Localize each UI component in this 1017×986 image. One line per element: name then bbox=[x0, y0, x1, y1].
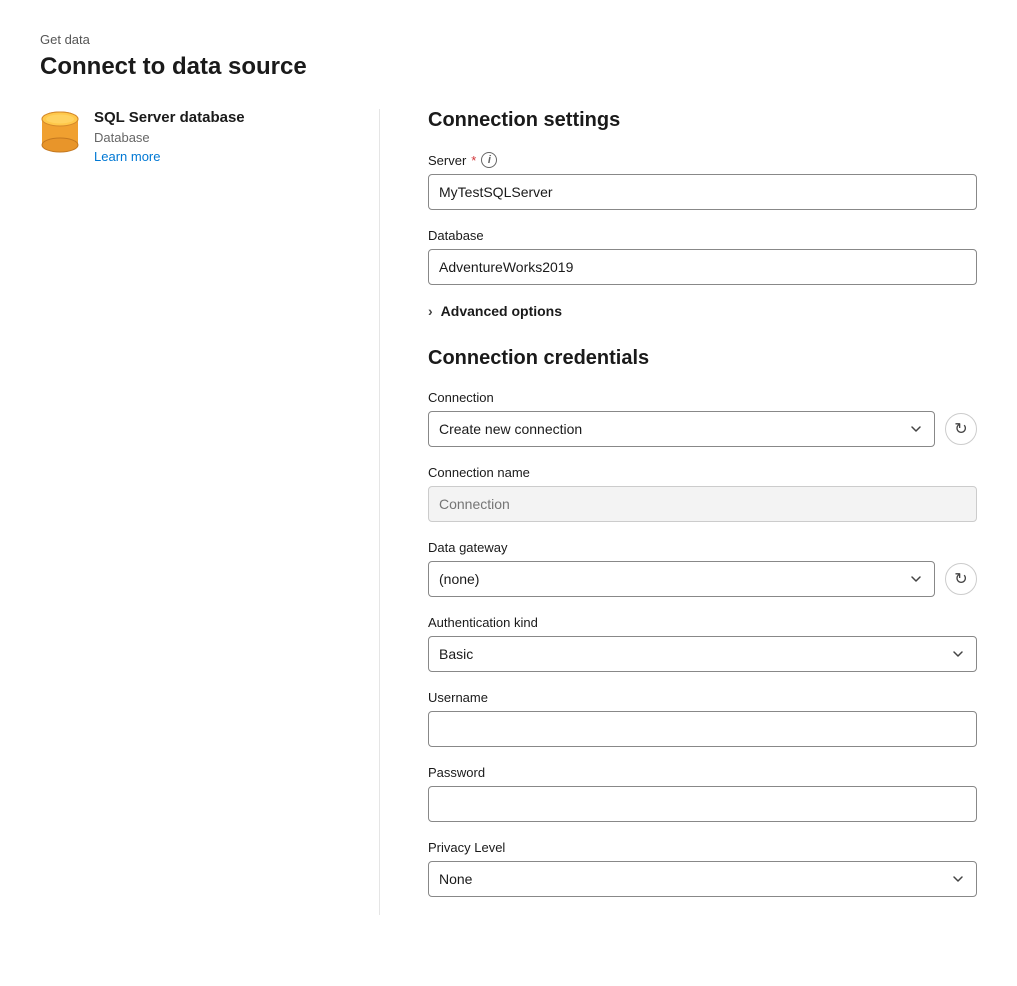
username-input[interactable] bbox=[428, 711, 977, 747]
password-input[interactable] bbox=[428, 786, 977, 822]
sql-server-icon bbox=[40, 111, 80, 155]
advanced-options-label: Advanced options bbox=[441, 303, 562, 319]
server-field-group: Server * i bbox=[428, 152, 977, 210]
sidebar-source-text: SQL Server database Database Learn more bbox=[94, 109, 245, 164]
password-label: Password bbox=[428, 765, 977, 780]
refresh-icon: ↻ bbox=[954, 419, 967, 439]
connection-label: Connection bbox=[428, 390, 977, 405]
data-gateway-select[interactable]: (none) bbox=[428, 561, 935, 597]
sidebar-source-title: SQL Server database bbox=[94, 109, 245, 126]
server-info-icon: i bbox=[481, 152, 497, 168]
connection-name-label: Connection name bbox=[428, 465, 977, 480]
privacy-level-label: Privacy Level bbox=[428, 840, 977, 855]
learn-more-link[interactable]: Learn more bbox=[94, 149, 245, 164]
sidebar-source-subtitle: Database bbox=[94, 130, 245, 145]
privacy-level-select[interactable]: None Public Organizational Private bbox=[428, 861, 977, 897]
gateway-refresh-icon: ↻ bbox=[954, 569, 967, 589]
password-field-group: Password bbox=[428, 765, 977, 822]
main-content: Connection settings Server * i Database … bbox=[380, 109, 977, 915]
database-input[interactable] bbox=[428, 249, 977, 285]
connection-credentials-title: Connection credentials bbox=[428, 347, 977, 370]
database-label: Database bbox=[428, 228, 977, 243]
connection-settings-title: Connection settings bbox=[428, 109, 977, 132]
username-field-group: Username bbox=[428, 690, 977, 747]
username-label: Username bbox=[428, 690, 977, 705]
auth-kind-field-group: Authentication kind Basic Windows Anonym… bbox=[428, 615, 977, 672]
server-required-star: * bbox=[471, 153, 476, 168]
chevron-right-icon: › bbox=[428, 303, 433, 319]
auth-kind-label: Authentication kind bbox=[428, 615, 977, 630]
breadcrumb: Get data bbox=[40, 32, 977, 47]
advanced-options-toggle[interactable]: › Advanced options bbox=[428, 303, 977, 319]
data-gateway-refresh-button[interactable]: ↻ bbox=[945, 563, 977, 595]
connection-name-input[interactable] bbox=[428, 486, 977, 522]
page-title: Connect to data source bbox=[40, 53, 977, 81]
server-label: Server * i bbox=[428, 152, 977, 168]
auth-kind-select[interactable]: Basic Windows Anonymous bbox=[428, 636, 977, 672]
data-gateway-label: Data gateway bbox=[428, 540, 977, 555]
privacy-level-field-group: Privacy Level None Public Organizational… bbox=[428, 840, 977, 897]
connection-select[interactable]: Create new connection bbox=[428, 411, 935, 447]
sidebar: SQL Server database Database Learn more bbox=[40, 109, 380, 915]
connection-name-field-group: Connection name bbox=[428, 465, 977, 522]
connection-field-group: Connection Create new connection ↻ bbox=[428, 390, 977, 447]
connection-refresh-button[interactable]: ↻ bbox=[945, 413, 977, 445]
sidebar-source-item: SQL Server database Database Learn more bbox=[40, 109, 339, 164]
database-field-group: Database bbox=[428, 228, 977, 285]
server-input[interactable] bbox=[428, 174, 977, 210]
data-gateway-field-group: Data gateway (none) ↻ bbox=[428, 540, 977, 597]
